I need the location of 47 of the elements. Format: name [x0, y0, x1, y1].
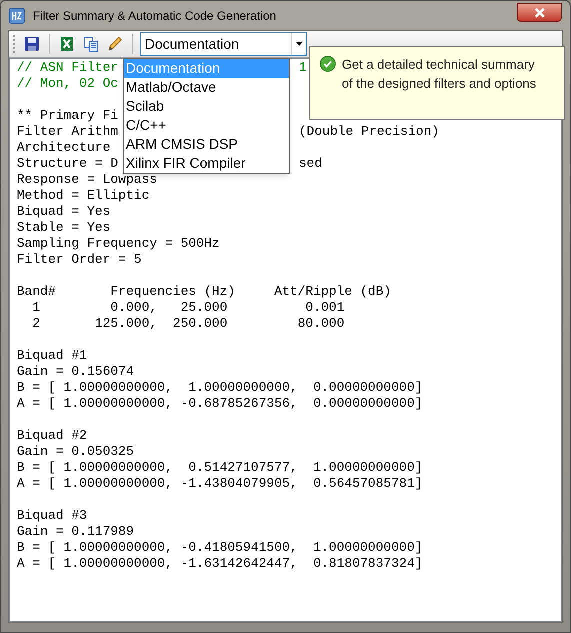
code-line: Structure = D — [17, 156, 118, 171]
code-line: B = [ 1.00000000000, 0.51427107577, 1.00000000000] — [17, 460, 423, 475]
caret-icon — [296, 42, 302, 46]
code-line: Band# Frequencies (Hz) Att/Ripple (dB) — [17, 284, 392, 299]
code-line: Biquad = Yes — [17, 204, 111, 219]
code-line: B = [ 1.00000000000, -0.41805941500, 1.00000000000] — [17, 540, 423, 555]
app-icon — [9, 8, 25, 24]
check-icon — [320, 56, 336, 72]
code-line: Filter Arithm — [17, 124, 118, 139]
window-title: Filter Summary & Automatic Code Generation — [33, 8, 276, 24]
tooltip-text: Get a detailed technical summary of the designed filters and options — [342, 56, 538, 93]
code-line: Biquad #2 — [17, 428, 88, 443]
format-dropdown[interactable]: Documentation — [140, 32, 307, 56]
code-line: Gain = 0.156074 — [17, 364, 134, 379]
dropdown-option[interactable]: ARM CMSIS DSP — [124, 135, 289, 154]
spreadsheet-icon — [60, 36, 74, 52]
pencil-icon — [107, 36, 123, 52]
dropdown-option[interactable]: Xilinx FIR Compiler — [124, 154, 289, 173]
code-line: (Double Precision) — [299, 124, 440, 140]
code-line: B = [ 1.00000000000, 1.00000000000, 0.00000000000] — [17, 380, 423, 395]
dropdown-option[interactable]: Scilab — [124, 97, 289, 116]
code-line: A = [ 1.00000000000, -1.43804079905, 0.56457085781] — [17, 476, 423, 491]
code-comment: // Mon, 02 Oc — [17, 76, 118, 91]
save-icon — [24, 36, 40, 52]
code-line: Method = Elliptic — [17, 188, 150, 203]
code-line: Response = Lowpass — [17, 172, 158, 187]
code-line: 2 125.000, 250.000 80.000 — [32, 316, 345, 331]
code-line: Filter Order = 5 — [17, 252, 142, 267]
code-line: Gain = 0.117989 — [17, 524, 134, 539]
code-comment: 1 — [299, 60, 307, 76]
copy-icon — [83, 36, 99, 52]
close-button[interactable] — [517, 3, 562, 22]
code-comment: // ASN Filter — [17, 60, 118, 75]
code-line: Sampling Frequency = 500Hz — [17, 236, 220, 251]
code-line: ** Primary Fi — [17, 108, 118, 123]
dropdown-option[interactable]: C/C++ — [124, 116, 289, 135]
code-line: Stable = Yes — [17, 220, 111, 235]
code-line: 1 0.000, 25.000 0.001 — [32, 300, 345, 315]
dropdown-option[interactable]: Matlab/Octave — [124, 78, 289, 97]
code-line: Biquad #3 — [17, 508, 88, 523]
close-icon — [534, 8, 546, 18]
code-line: Biquad #1 — [17, 348, 88, 363]
code-line: Gain = 0.050325 — [17, 444, 134, 459]
code-line: sed — [299, 156, 322, 172]
code-line: Architecture — [17, 140, 111, 155]
code-line: A = [ 1.00000000000, -0.68785267356, 0.00000000000] — [17, 396, 423, 411]
code-line: A = [ 1.00000000000, -1.63142642447, 0.81807837324] — [17, 556, 423, 571]
